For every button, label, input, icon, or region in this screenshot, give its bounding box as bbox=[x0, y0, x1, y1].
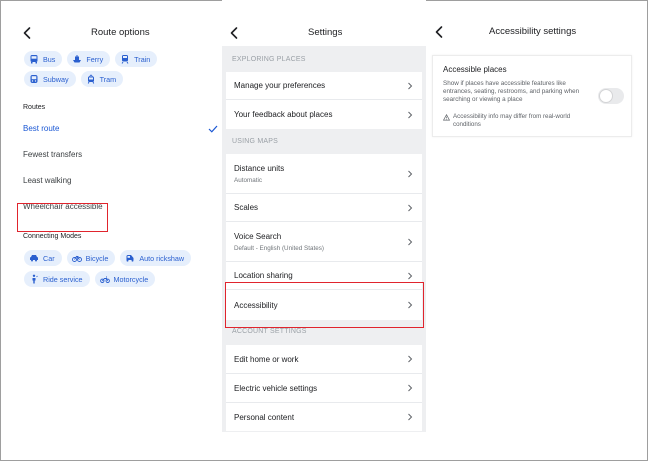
route-label: Fewest transfers bbox=[23, 150, 83, 159]
chevron-right-icon bbox=[408, 384, 413, 392]
route-least-walking[interactable]: Least walking bbox=[8, 168, 220, 194]
route-fewest-transfers[interactable]: Fewest transfers bbox=[8, 142, 220, 168]
routes-header: Routes bbox=[23, 104, 46, 111]
chip-label: Car bbox=[43, 253, 55, 263]
chevron-right-icon bbox=[408, 170, 413, 177]
setting-label: Voice Search bbox=[234, 231, 282, 241]
back-button[interactable] bbox=[18, 24, 36, 42]
settings-panel: Settings EXPLORING PLACES Manage your pr… bbox=[222, 0, 426, 432]
exploring-places-card: Manage your preferences Your feedback ab… bbox=[226, 72, 422, 129]
setting-label: Manage your preferences bbox=[234, 81, 326, 90]
page-title: Accessibility settings bbox=[489, 26, 577, 37]
chevron-right-icon bbox=[408, 355, 413, 363]
setting-label: Distance units bbox=[234, 163, 285, 173]
chip-car[interactable]: Car bbox=[24, 250, 62, 266]
chevron-right-icon bbox=[408, 238, 413, 245]
back-button[interactable] bbox=[430, 23, 448, 41]
setting-label: Personal content bbox=[234, 412, 295, 422]
section-header-exploring-places: EXPLORING PLACES bbox=[232, 56, 306, 63]
setting-label: Your feedback about places bbox=[234, 110, 333, 119]
chip-label: Subway bbox=[43, 74, 69, 84]
route-label: Best route bbox=[23, 124, 60, 133]
ride-service-icon bbox=[32, 274, 38, 284]
route-label: Least walking bbox=[23, 176, 72, 185]
back-button[interactable] bbox=[225, 24, 243, 42]
highlight-box bbox=[17, 203, 108, 232]
route-options-header: Route options bbox=[8, 0, 220, 62]
chip-subway[interactable]: Subway bbox=[24, 71, 76, 87]
accessibility-note-text: Accessibility info may differ from real-… bbox=[453, 112, 571, 128]
car-icon bbox=[30, 255, 38, 262]
route-options-panel: Route options Bus Ferry Train Subway Tra… bbox=[8, 0, 220, 461]
setting-label: Scales bbox=[234, 203, 259, 212]
chip-auto-rickshaw[interactable]: Auto rickshaw bbox=[120, 250, 192, 266]
accessibility-note: Accessibility info may differ from real-… bbox=[443, 113, 593, 129]
setting-label: Location sharing bbox=[234, 271, 293, 280]
back-arrow-icon bbox=[230, 27, 238, 39]
route-best[interactable]: Best route bbox=[8, 116, 220, 142]
setting-voice-search[interactable]: Voice Search Default - English (United S… bbox=[226, 222, 422, 262]
setting-distance-units[interactable]: Distance units Automatic bbox=[226, 154, 422, 194]
chevron-right-icon bbox=[408, 272, 413, 279]
section-header-using-maps: USING MAPS bbox=[232, 138, 278, 145]
subway-icon bbox=[30, 75, 38, 83]
connecting-modes-header: Connecting Modes bbox=[23, 233, 82, 240]
connecting-modes: Car Bicycle Auto rickshaw Ride service M… bbox=[8, 250, 208, 287]
warning-icon bbox=[443, 113, 450, 121]
page-title: Settings bbox=[308, 27, 343, 38]
tram-icon bbox=[87, 74, 94, 84]
setting-electric-vehicle[interactable]: Electric vehicle settings bbox=[226, 374, 422, 403]
accessible-places-title: Accessible places bbox=[443, 65, 507, 74]
chevron-right-icon bbox=[408, 111, 413, 118]
settings-header: Settings bbox=[222, 0, 426, 46]
toggle-knob bbox=[599, 89, 613, 103]
chip-label: Motorcycle bbox=[113, 274, 149, 284]
back-arrow-icon bbox=[435, 26, 443, 38]
chip-label: Ride service bbox=[43, 274, 83, 284]
accessibility-header: Accessibility settings bbox=[428, 0, 640, 62]
setting-manage-preferences[interactable]: Manage your preferences bbox=[226, 72, 422, 100]
chip-tram[interactable]: Tram bbox=[80, 71, 124, 87]
checkmark-icon bbox=[208, 125, 218, 133]
setting-label: Electric vehicle settings bbox=[234, 383, 318, 393]
account-settings-card: Edit home or work Electric vehicle setti… bbox=[226, 345, 422, 431]
setting-feedback-about-places[interactable]: Your feedback about places bbox=[226, 100, 422, 129]
back-arrow-icon bbox=[23, 27, 31, 39]
setting-label: Edit home or work bbox=[234, 354, 299, 364]
chip-ride-service[interactable]: Ride service bbox=[24, 271, 90, 287]
chevron-right-icon bbox=[408, 204, 413, 211]
setting-value: Automatic bbox=[234, 176, 262, 184]
chip-label: Bicycle bbox=[85, 253, 109, 263]
chevron-right-icon bbox=[408, 82, 413, 89]
bicycle-icon bbox=[71, 255, 82, 262]
chip-label: Auto rickshaw bbox=[139, 253, 185, 263]
setting-edit-home-work[interactable]: Edit home or work bbox=[226, 345, 422, 374]
auto-rickshaw-icon bbox=[126, 255, 134, 262]
accessible-places-card: Accessible places Show if places have ac… bbox=[432, 55, 632, 137]
chip-label: Tram bbox=[99, 74, 117, 84]
setting-personal-content[interactable]: Personal content bbox=[226, 403, 422, 431]
accessible-places-toggle[interactable] bbox=[598, 88, 624, 104]
page-title: Route options bbox=[91, 27, 150, 38]
chip-bicycle[interactable]: Bicycle bbox=[66, 250, 116, 266]
chevron-right-icon bbox=[408, 413, 413, 421]
highlight-box bbox=[225, 282, 424, 328]
accessible-places-description: Show if places have accessible features … bbox=[443, 80, 580, 104]
accessibility-settings-panel: Accessibility settings Accessible places… bbox=[428, 0, 640, 461]
setting-scales[interactable]: Scales bbox=[226, 194, 422, 222]
chip-motorcycle[interactable]: Motorcycle bbox=[94, 271, 156, 287]
motorcycle-icon bbox=[99, 276, 110, 283]
setting-value: Default - English (United States) bbox=[234, 244, 324, 252]
